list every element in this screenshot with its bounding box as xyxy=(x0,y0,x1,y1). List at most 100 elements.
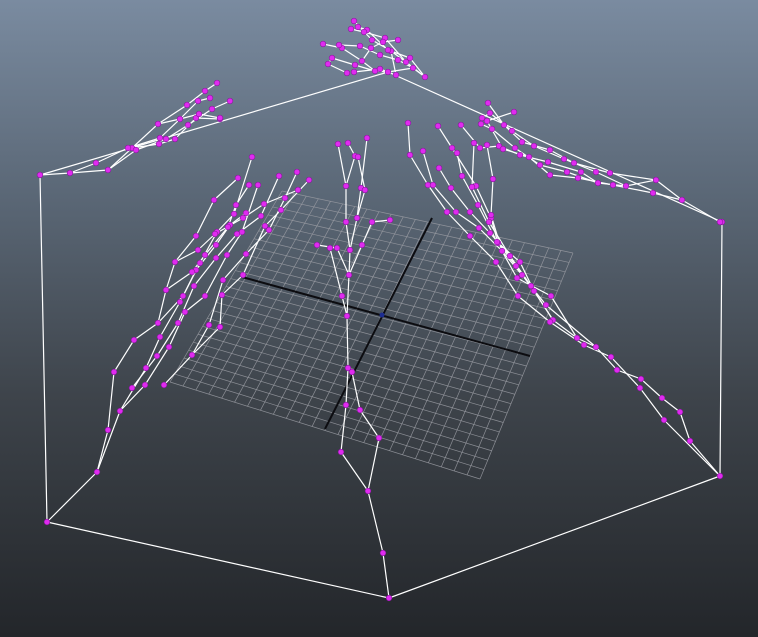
joint-icon[interactable] xyxy=(142,364,150,372)
joint-icon[interactable] xyxy=(376,65,384,73)
joint-icon[interactable] xyxy=(386,216,394,224)
joint-icon[interactable] xyxy=(335,41,343,49)
joint-icon[interactable] xyxy=(511,144,519,152)
joint-icon[interactable] xyxy=(212,254,220,262)
joint-icon[interactable] xyxy=(652,176,660,184)
joint-icon[interactable] xyxy=(536,161,544,169)
joint-icon[interactable] xyxy=(592,168,600,176)
joint-icon[interactable] xyxy=(305,176,313,184)
joint-icon[interactable] xyxy=(190,282,198,290)
joint-icon[interactable] xyxy=(206,94,214,102)
joint-icon[interactable] xyxy=(470,139,478,147)
bone-chain[interactable] xyxy=(46,177,239,523)
joint-icon[interactable] xyxy=(686,437,694,445)
joint-icon[interactable] xyxy=(345,271,353,279)
joint-icon[interactable] xyxy=(485,218,493,226)
joint-icon[interactable] xyxy=(483,141,491,149)
joint-icon[interactable] xyxy=(478,114,486,122)
joint-icon[interactable] xyxy=(93,468,101,476)
joint-icon[interactable] xyxy=(658,394,666,402)
joint-icon[interactable] xyxy=(192,232,200,240)
joint-icon[interactable] xyxy=(493,238,501,246)
joint-icon[interactable] xyxy=(580,341,588,349)
joint-icon[interactable] xyxy=(257,212,265,220)
joint-icon[interactable] xyxy=(124,144,132,152)
joint-icon[interactable] xyxy=(514,292,522,300)
joint-icon[interactable] xyxy=(546,171,554,179)
joint-icon[interactable] xyxy=(141,381,149,389)
joint-icon[interactable] xyxy=(518,271,526,279)
joint-icon[interactable] xyxy=(162,135,170,143)
skeleton-joints[interactable] xyxy=(36,17,726,602)
joint-icon[interactable] xyxy=(194,246,202,254)
joint-icon[interactable] xyxy=(155,140,163,148)
joint-icon[interactable] xyxy=(542,301,550,309)
joint-icon[interactable] xyxy=(337,448,345,456)
joint-icon[interactable] xyxy=(212,241,220,249)
joint-icon[interactable] xyxy=(368,218,376,226)
joint-icon[interactable] xyxy=(354,153,362,161)
joint-icon[interactable] xyxy=(219,276,227,284)
joint-icon[interactable] xyxy=(154,120,162,128)
joint-icon[interactable] xyxy=(342,182,350,190)
joint-icon[interactable] xyxy=(234,174,242,182)
joint-icon[interactable] xyxy=(313,241,321,249)
joint-icon[interactable] xyxy=(384,46,392,54)
joint-icon[interactable] xyxy=(500,121,508,129)
joint-icon[interactable] xyxy=(443,208,451,216)
joint-icon[interactable] xyxy=(43,518,51,526)
joint-icon[interactable] xyxy=(130,336,138,344)
joint-icon[interactable] xyxy=(174,319,182,327)
joint-icon[interactable] xyxy=(196,259,204,267)
joint-icon[interactable] xyxy=(128,384,136,392)
joint-icon[interactable] xyxy=(392,71,400,79)
joint-icon[interactable] xyxy=(353,214,361,222)
joint-icon[interactable] xyxy=(547,292,555,300)
joint-icon[interactable] xyxy=(676,408,684,416)
joint-icon[interactable] xyxy=(406,54,414,62)
joint-icon[interactable] xyxy=(361,186,369,194)
joint-icon[interactable] xyxy=(421,73,429,81)
joint-icon[interactable] xyxy=(506,252,514,260)
joint-icon[interactable] xyxy=(208,105,216,113)
joint-icon[interactable] xyxy=(110,368,118,376)
joint-icon[interactable] xyxy=(435,164,443,172)
joint-icon[interactable] xyxy=(384,68,392,76)
joint-icon[interactable] xyxy=(346,246,354,254)
bone-chain[interactable] xyxy=(174,189,299,263)
joint-icon[interactable] xyxy=(36,171,44,179)
joint-icon[interactable] xyxy=(216,323,224,331)
joint-icon[interactable] xyxy=(385,594,393,602)
joint-icon[interactable] xyxy=(367,44,375,52)
joint-icon[interactable] xyxy=(226,97,234,105)
joint-icon[interactable] xyxy=(342,401,350,409)
joint-icon[interactable] xyxy=(476,144,484,152)
joint-icon[interactable] xyxy=(230,210,238,218)
joint-icon[interactable] xyxy=(510,108,518,116)
joint-icon[interactable] xyxy=(188,268,196,276)
joint-icon[interactable] xyxy=(488,125,496,133)
joint-icon[interactable] xyxy=(637,375,645,383)
joint-icon[interactable] xyxy=(223,251,231,259)
joint-icon[interactable] xyxy=(156,134,164,142)
joint-icon[interactable] xyxy=(216,114,224,122)
joint-icon[interactable] xyxy=(607,353,615,361)
joint-icon[interactable] xyxy=(409,64,417,72)
joint-icon[interactable] xyxy=(194,97,202,105)
joint-icon[interactable] xyxy=(516,258,524,266)
joint-icon[interactable] xyxy=(343,69,351,77)
joint-icon[interactable] xyxy=(360,28,368,36)
joint-icon[interactable] xyxy=(132,146,140,154)
joint-icon[interactable] xyxy=(678,196,686,204)
joint-icon[interactable] xyxy=(483,117,491,125)
joint-icon[interactable] xyxy=(544,158,552,166)
joint-icon[interactable] xyxy=(530,142,538,150)
joint-icon[interactable] xyxy=(376,51,384,59)
joint-icon[interactable] xyxy=(171,258,179,266)
joint-icon[interactable] xyxy=(498,247,506,255)
bone-chain[interactable] xyxy=(39,82,218,176)
joint-icon[interactable] xyxy=(609,181,617,189)
joint-icon[interactable] xyxy=(104,426,112,434)
joint-icon[interactable] xyxy=(162,286,170,294)
joint-icon[interactable] xyxy=(364,487,372,495)
